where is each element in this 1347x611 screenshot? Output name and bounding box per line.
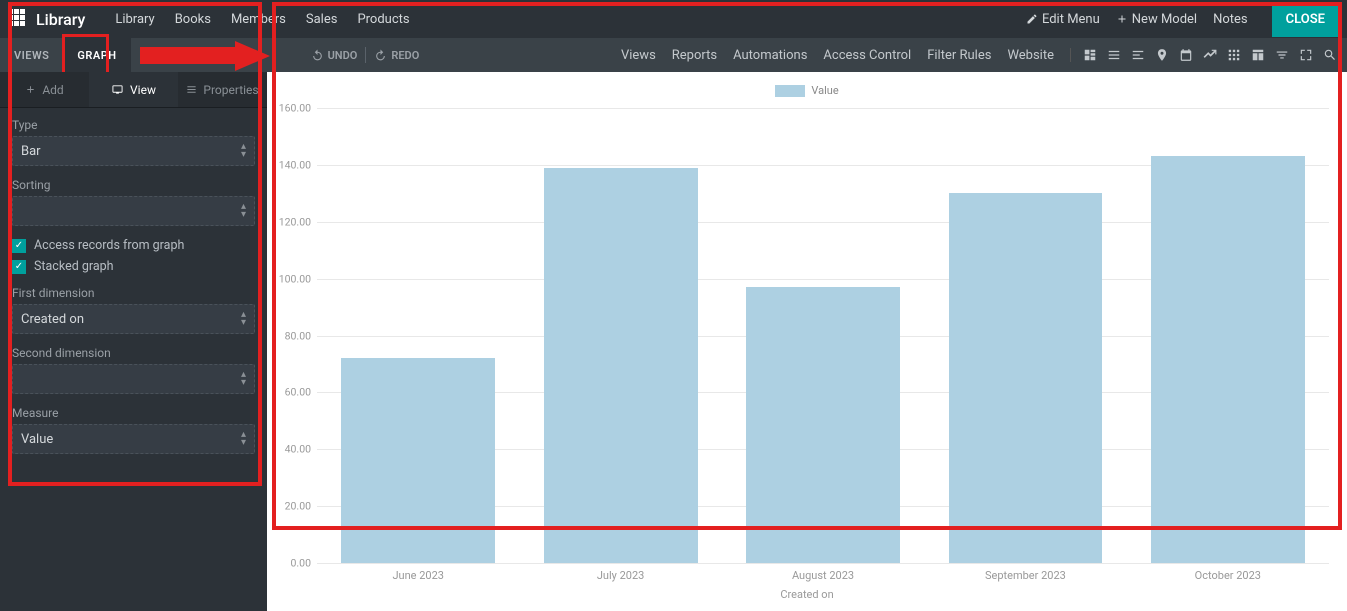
type-label: Type	[12, 118, 255, 132]
x-tick-label: September 2023	[985, 569, 1066, 582]
legend-swatch	[775, 85, 805, 97]
x-axis-label: Created on	[780, 588, 833, 601]
gridline	[317, 563, 1329, 564]
app-grid-icon[interactable]	[8, 9, 28, 29]
layout-icon[interactable]	[1083, 48, 1097, 62]
x-tick-label: October 2023	[1195, 569, 1261, 582]
chevron-updown-icon: ▴▾	[241, 371, 246, 387]
toolbar-link-access-control[interactable]: Access Control	[823, 48, 911, 63]
measure-label: Measure	[12, 406, 255, 420]
bar[interactable]	[341, 358, 495, 563]
bar[interactable]	[1151, 156, 1305, 563]
toolbar-link-reports[interactable]: Reports	[672, 48, 717, 63]
expand-icon[interactable]	[1299, 48, 1313, 62]
first-dimension-select[interactable]: Created on ▴▾	[12, 304, 255, 334]
toolbar-link-automations[interactable]: Automations	[733, 48, 807, 63]
y-tick-label: 100.00	[279, 272, 311, 285]
sidebar-panel: Add View Properties Type Bar ▴▾ Sorting	[0, 72, 267, 611]
y-tick-label: 80.00	[285, 329, 311, 342]
new-model-button[interactable]: New Model	[1116, 12, 1197, 27]
y-tick-label: 120.00	[279, 215, 311, 228]
check-icon: ✓	[12, 260, 26, 274]
x-tick-label: August 2023	[792, 569, 854, 582]
notes-link[interactable]: Notes	[1213, 12, 1248, 27]
grid-icon[interactable]	[1227, 48, 1241, 62]
bar[interactable]	[746, 287, 900, 563]
first-dimension-label: First dimension	[12, 286, 255, 300]
bar-column: July 2023	[519, 108, 721, 563]
y-tick-label: 160.00	[279, 102, 311, 115]
nav-sales[interactable]: Sales	[306, 12, 338, 27]
sorting-label: Sorting	[12, 178, 255, 192]
table-icon[interactable]	[1251, 48, 1265, 62]
chart-icon[interactable]	[1203, 48, 1217, 62]
toolbar-link-filter-rules[interactable]: Filter Rules	[927, 48, 991, 63]
checkbox-stacked-graph[interactable]: ✓ Stacked graph	[12, 259, 255, 274]
sorting-select[interactable]: ▴▾	[12, 196, 255, 226]
monitor-icon	[111, 84, 124, 95]
undo-button[interactable]: UNDO	[311, 49, 358, 62]
chevron-updown-icon: ▴▾	[241, 311, 246, 327]
second-dimension-label: Second dimension	[12, 346, 255, 360]
main-area: Add View Properties Type Bar ▴▾ Sorting	[0, 72, 1347, 611]
x-tick-label: June 2023	[392, 569, 444, 582]
checkbox-access-records[interactable]: ✓ Access records from graph	[12, 238, 255, 253]
list-icon[interactable]	[1107, 48, 1121, 62]
align-icon[interactable]	[1131, 48, 1145, 62]
calendar-icon[interactable]	[1179, 48, 1193, 62]
nav-library[interactable]: Library	[115, 12, 154, 27]
y-tick-label: 40.00	[285, 443, 311, 456]
bar[interactable]	[949, 193, 1103, 563]
panel-tab-view[interactable]: View	[89, 72, 178, 107]
bars-container: June 2023July 2023August 2023September 2…	[317, 108, 1329, 563]
bar-column: October 2023	[1127, 108, 1329, 563]
y-tick-label: 140.00	[279, 158, 311, 171]
annotation-arrow	[140, 41, 270, 71]
second-dimension-select[interactable]: ▴▾	[12, 364, 255, 394]
measure-select[interactable]: Value ▴▾	[12, 424, 255, 454]
y-tick-label: 60.00	[285, 386, 311, 399]
x-tick-label: July 2023	[597, 569, 644, 582]
bar-column: August 2023	[722, 108, 924, 563]
legend-label: Value	[811, 84, 838, 97]
plus-icon	[25, 84, 36, 95]
check-icon: ✓	[12, 239, 26, 253]
chart-area: Value 160.00140.00120.00100.0080.0060.00…	[267, 72, 1347, 611]
tab-views[interactable]: VIEWS	[0, 38, 63, 72]
nav-members[interactable]: Members	[231, 12, 286, 27]
chevron-updown-icon: ▴▾	[241, 203, 246, 219]
plot-area: 160.00140.00120.00100.0080.0060.0040.002…	[317, 108, 1329, 563]
redo-button[interactable]: REDO	[374, 49, 419, 62]
pin-icon[interactable]	[1155, 48, 1169, 62]
secondbar: VIEWS GRAPH UNDO REDO Views Reports Auto…	[0, 38, 1347, 72]
toolbar-link-views[interactable]: Views	[621, 48, 656, 63]
panel-tab-add[interactable]: Add	[0, 72, 89, 107]
edit-menu-button[interactable]: Edit Menu	[1026, 12, 1100, 27]
panel-tab-properties[interactable]: Properties	[178, 72, 267, 107]
tab-graph[interactable]: GRAPH	[63, 38, 130, 72]
undo-icon	[311, 49, 324, 62]
view-type-icons	[1070, 48, 1337, 62]
y-tick-label: 0.00	[291, 557, 311, 570]
app-title: Library	[36, 10, 85, 29]
list-icon	[186, 84, 197, 95]
search-icon[interactable]	[1323, 48, 1337, 62]
plus-icon	[1116, 13, 1128, 25]
chart-legend: Value	[275, 80, 1339, 97]
chevron-updown-icon: ▴▾	[241, 143, 246, 159]
bar[interactable]	[544, 168, 698, 563]
nav-books[interactable]: Books	[175, 12, 211, 27]
close-button[interactable]: CLOSE	[1272, 2, 1339, 37]
chevron-updown-icon: ▴▾	[241, 431, 246, 447]
bar-column: June 2023	[317, 108, 519, 563]
type-select[interactable]: Bar ▴▾	[12, 136, 255, 166]
bar-column: September 2023	[924, 108, 1126, 563]
topbar: Library Library Books Members Sales Prod…	[0, 0, 1347, 38]
sort-icon[interactable]	[1275, 48, 1289, 62]
y-tick-label: 20.00	[285, 500, 311, 513]
toolbar-link-website[interactable]: Website	[1007, 48, 1054, 63]
redo-icon	[374, 49, 387, 62]
nav-products[interactable]: Products	[357, 12, 409, 27]
pencil-icon	[1026, 13, 1038, 25]
